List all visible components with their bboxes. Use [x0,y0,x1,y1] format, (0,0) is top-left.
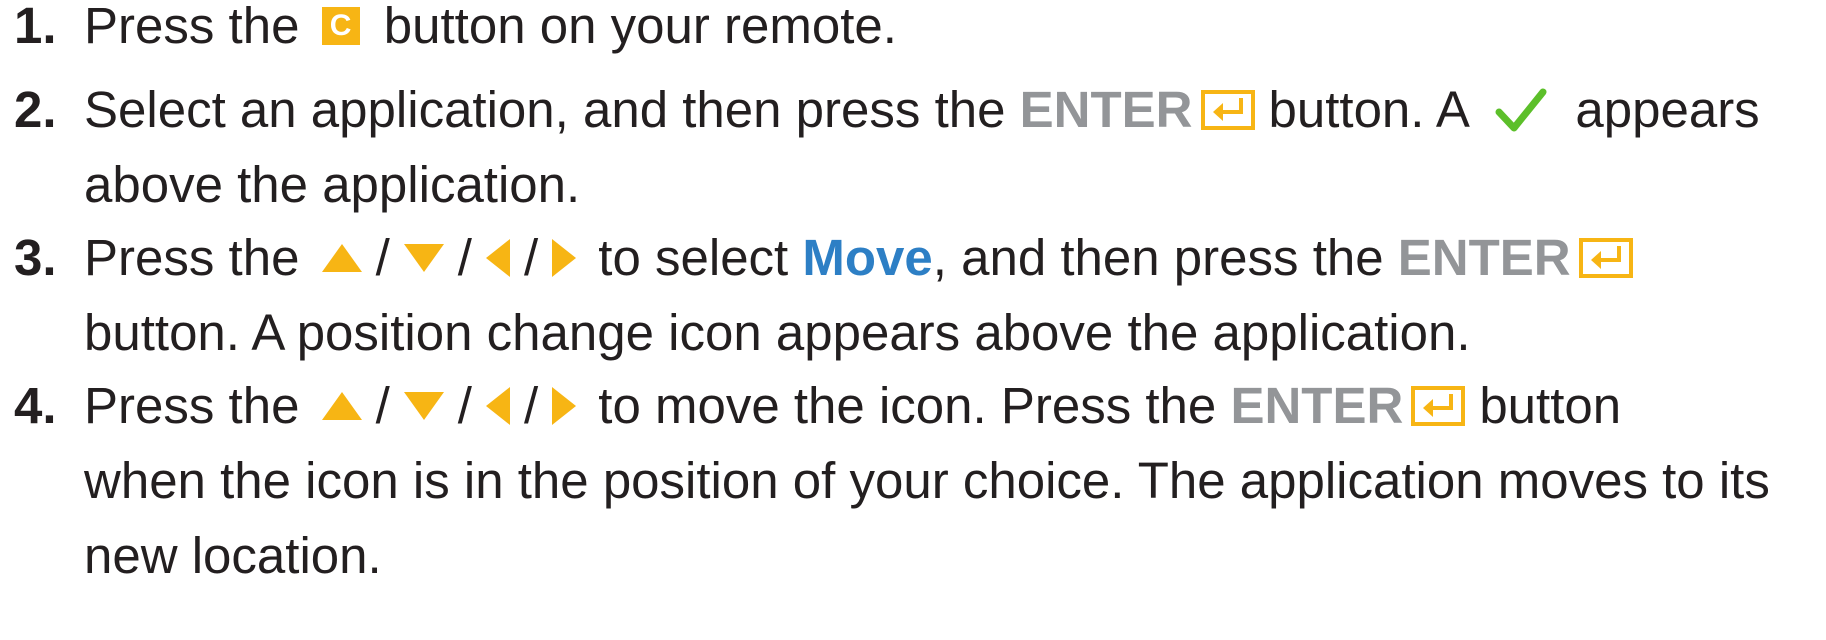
move-label: Move [802,229,933,286]
c-color-key-icon: C [321,6,360,45]
arrow-left-icon [485,386,510,425]
arrow-up-icon [321,243,362,272]
step-text: Select an application, and then press th… [84,81,1006,138]
step-body: Select an application, and then press th… [84,72,1824,222]
separator: / [457,229,472,286]
step-line: new location. [84,527,382,584]
step-number: 1. [14,0,57,54]
step-line: Press the / / / to select Move, and then p… [84,220,1824,295]
step-number: 3. [14,229,57,286]
arrow-down-icon [403,391,444,420]
step-text: button. A [1268,81,1468,138]
separator: / [523,377,539,434]
enter-label: ENTER [1230,377,1404,434]
enter-label: ENTER [1019,81,1193,138]
step-text: to move the icon. Press the [598,377,1217,434]
separator: / [375,377,390,434]
arrow-up-icon [321,391,362,420]
step-text: to select [598,229,789,286]
separator: / [375,229,390,286]
arrow-right-icon [552,238,577,277]
enter-key-icon [1411,385,1466,426]
step-line: button. A position change icon appears a… [84,304,1471,361]
step-text: , and then press the [932,229,1384,286]
step-text: button [1479,377,1622,434]
step-text: Press the [84,0,300,54]
step-line: Press the / / / to move the icon. Press th… [84,368,1824,443]
step-text: Press the [84,229,300,286]
enter-key-icon [1200,89,1255,130]
checkmark-icon [1495,88,1547,132]
step-line: Press the C button on your remote. [84,0,1824,63]
arrow-down-icon [403,243,444,272]
step-body: Press the / / / to select Move, and then p… [84,220,1824,370]
separator: / [523,229,539,286]
step-number: 4. [14,377,57,434]
enter-key-icon [1578,237,1633,278]
step-number: 2. [14,81,57,138]
separator: / [457,377,472,434]
step-line: above the application. [84,156,581,213]
step-body: Press the C button on your remote. [84,0,1824,63]
step-line: Select an application, and then press th… [84,72,1824,147]
arrow-left-icon [485,238,510,277]
arrow-right-icon [552,386,577,425]
enter-label: ENTER [1397,229,1571,286]
step-text: button on your remote. [383,0,897,54]
step-body: Press the / / / to move the icon. Press th… [84,368,1824,593]
step-line: when the icon is in the position of your… [84,452,1770,509]
step-text: Press the [84,377,300,434]
step-text: appears [1575,81,1760,138]
